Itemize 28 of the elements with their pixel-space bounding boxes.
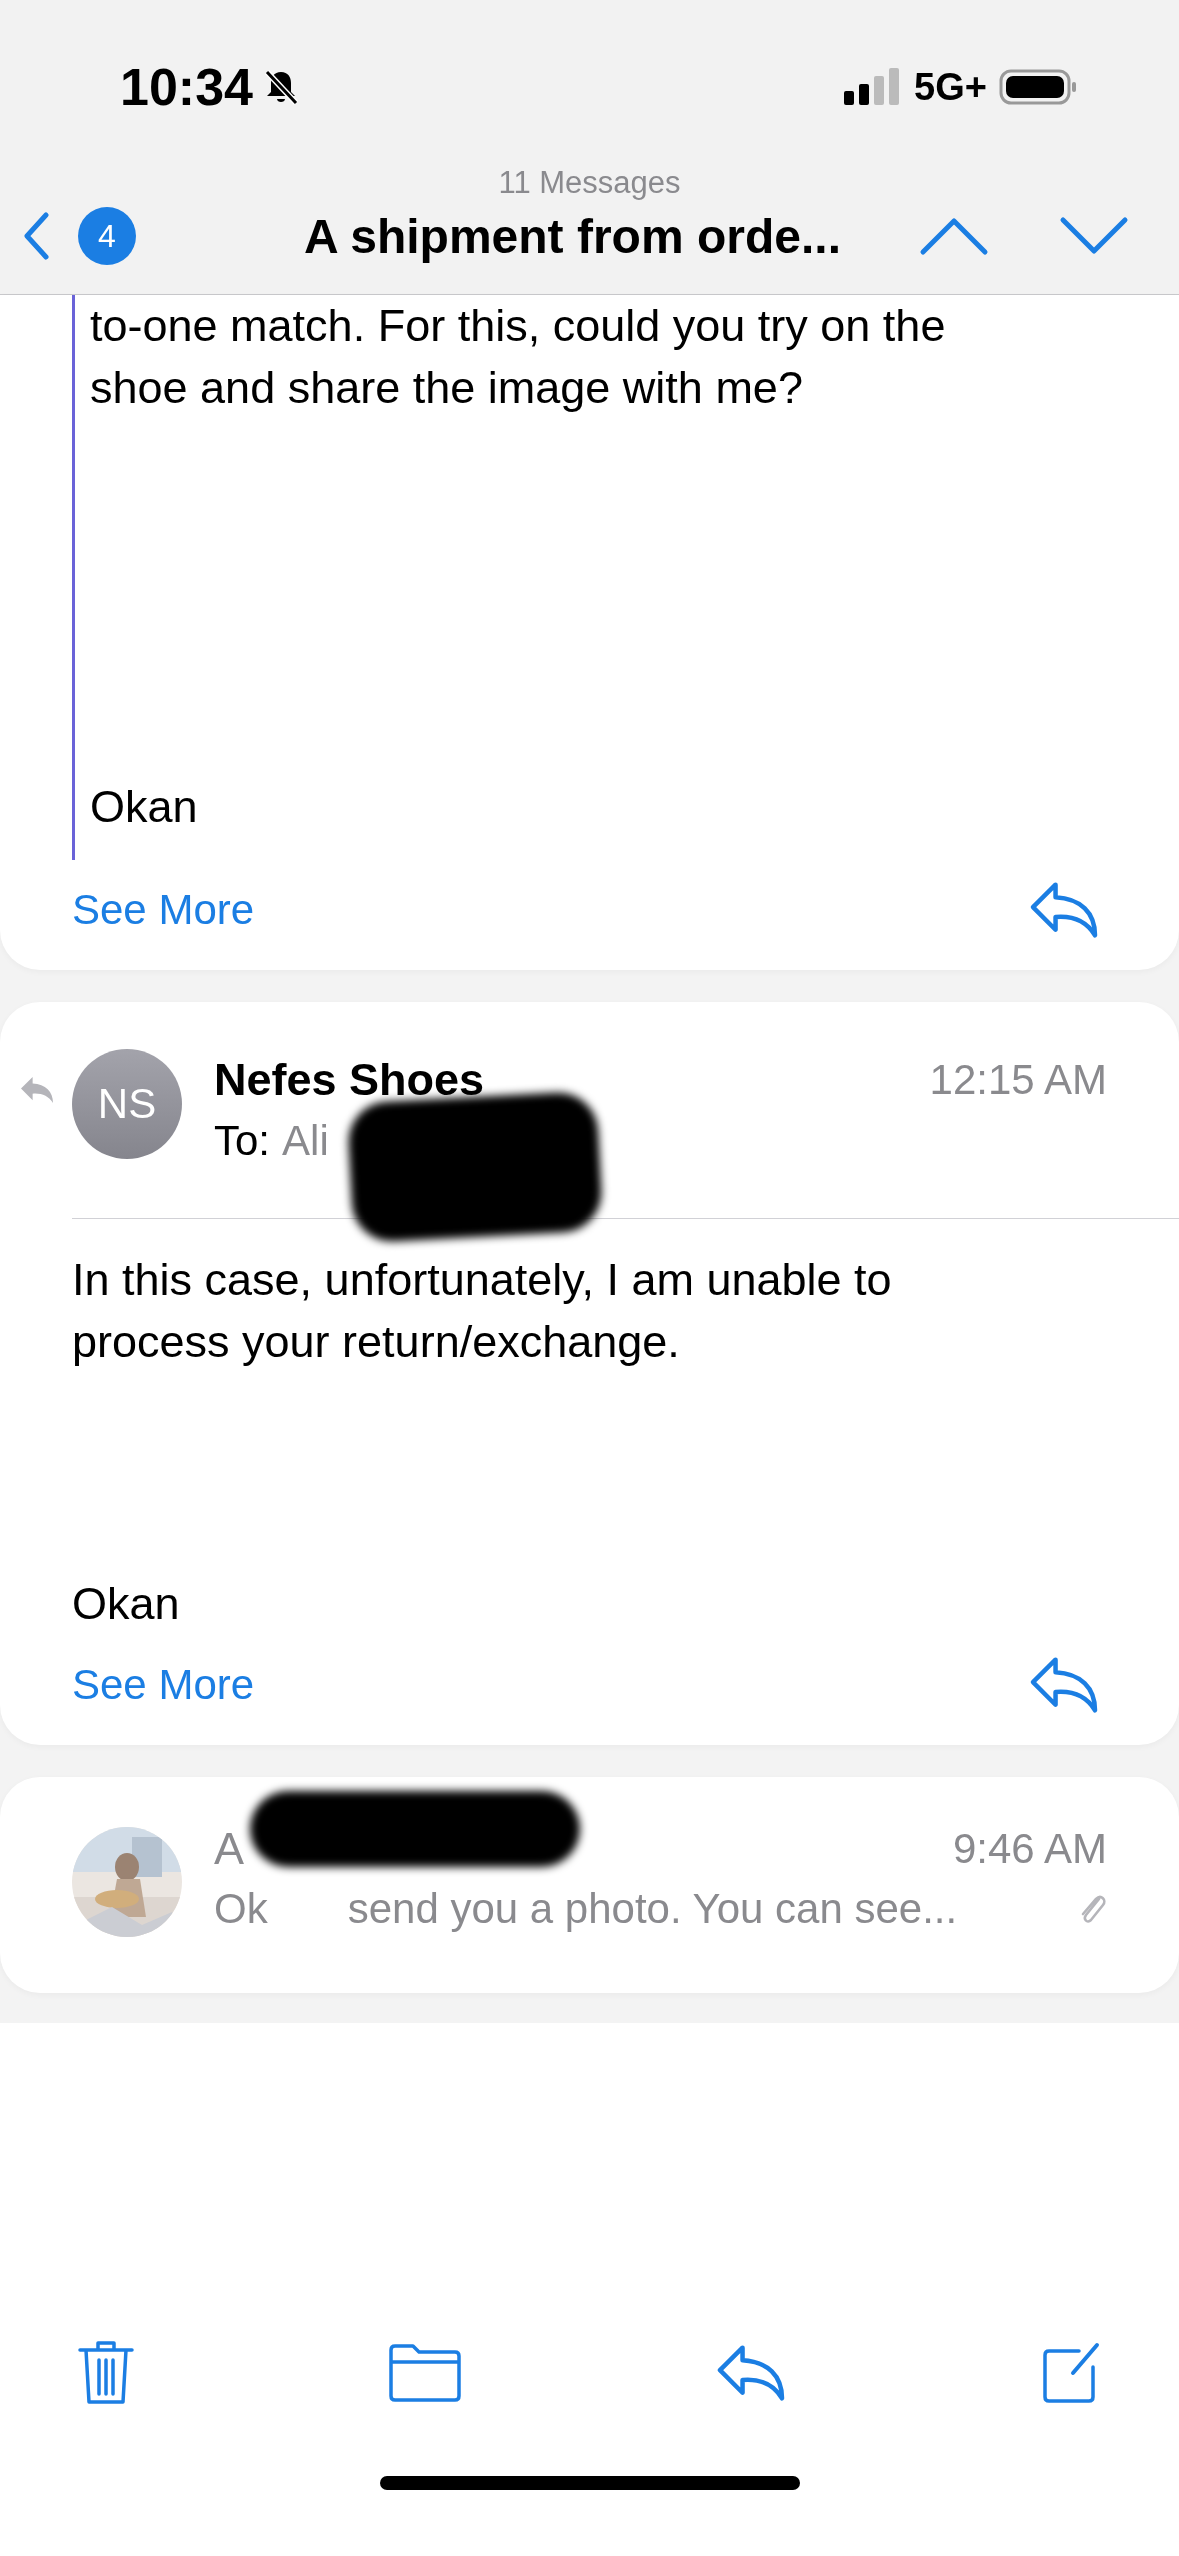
- message-text: to-one match. For this, could you try on the: [90, 299, 946, 353]
- recipient-name[interactable]: Ali: [282, 1117, 329, 1165]
- clock: 10:34: [120, 57, 253, 117]
- back-icon[interactable]: [22, 211, 52, 261]
- network-label: 5G+: [914, 65, 987, 109]
- folder-icon[interactable]: [387, 2342, 463, 2404]
- message-card[interactable]: A 9:46 AM Ok send you a photo. You can see...: [0, 1777, 1179, 1993]
- sender-name: A: [214, 1823, 244, 1875]
- avatar: NS: [72, 1049, 182, 1159]
- signature-text: Okan: [90, 780, 199, 834]
- to-label: To:: [214, 1117, 271, 1165]
- message-text: shoe and share the image with me?: [90, 361, 804, 415]
- message-text: In this case, unfortunately, I am unable to: [72, 1253, 892, 1307]
- chevron-down-icon[interactable]: [1059, 216, 1129, 256]
- sender-name: Nefes Shoes: [214, 1054, 485, 1106]
- time-label: 12:15 AM: [929, 1056, 1107, 1104]
- unread-badge[interactable]: 4: [78, 207, 136, 265]
- message-text: process your return/exchange.: [72, 1315, 681, 1369]
- time-label: 9:46 AM: [952, 1825, 1107, 1873]
- signature-text: Okan: [72, 1577, 181, 1631]
- preview-text: Ok: [214, 1885, 268, 1933]
- see-more-link[interactable]: See More: [72, 886, 255, 934]
- battery-icon: [999, 67, 1079, 107]
- thread-title: A shipment from orde...: [303, 208, 841, 264]
- message-count: 11 Messages: [498, 165, 681, 201]
- see-more-link[interactable]: See More: [72, 1661, 255, 1709]
- preview-text: send you a photo. You can see...: [347, 1885, 958, 1933]
- chevron-up-icon[interactable]: [919, 216, 989, 256]
